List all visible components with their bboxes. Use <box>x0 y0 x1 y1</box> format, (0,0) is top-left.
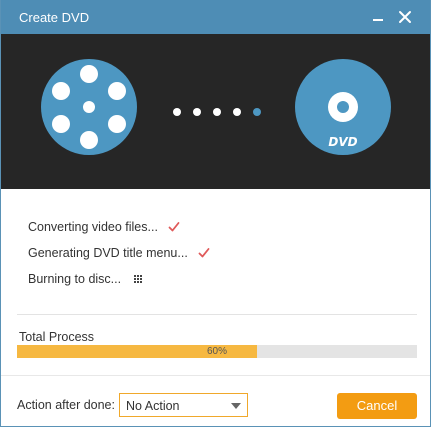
chevron-down-icon <box>231 403 241 409</box>
progress-dot <box>173 108 181 116</box>
conversion-banner: DVD <box>1 34 430 189</box>
step-generating-menu: Generating DVD title menu... <box>28 245 408 271</box>
progress-dot <box>213 108 221 116</box>
action-after-done-value: No Action <box>126 399 180 413</box>
action-after-done-select[interactable]: No Action <box>119 393 248 417</box>
step-label: Burning to disc... <box>28 271 122 286</box>
step-label: Converting video files... <box>28 219 158 234</box>
close-icon <box>399 11 411 23</box>
film-reel-icon <box>41 59 137 155</box>
dvd-disc-label: DVD <box>328 135 357 149</box>
conversion-illustration: DVD <box>41 59 391 155</box>
progress-dots <box>173 108 261 116</box>
section-divider <box>17 314 417 315</box>
progress-percent-text: 60% <box>206 346 227 357</box>
create-dvd-dialog: Create DVD DVD Converting video files...… <box>0 0 431 427</box>
progress-dot-active <box>253 108 261 116</box>
action-after-done-label: Action after done: <box>17 398 115 412</box>
step-burning: Burning to disc... <box>28 271 408 297</box>
footer-divider <box>1 375 430 376</box>
minimize-icon <box>373 19 383 21</box>
close-button[interactable] <box>394 6 416 28</box>
checkmark-icon <box>169 221 180 232</box>
window-title: Create DVD <box>19 10 90 25</box>
total-progress-bar: 60% <box>17 345 417 358</box>
steps-list: Converting video files... Generating DVD… <box>28 219 408 297</box>
cancel-button[interactable]: Cancel <box>337 393 417 419</box>
progress-dot <box>233 108 241 116</box>
total-process-label: Total Process <box>19 330 95 344</box>
step-label: Generating DVD title menu... <box>28 245 188 260</box>
step-converting: Converting video files... <box>28 219 408 245</box>
title-bar: Create DVD <box>1 0 430 34</box>
minimize-button[interactable] <box>367 6 389 28</box>
checkmark-icon <box>198 247 210 258</box>
loading-grid-icon <box>133 274 142 283</box>
dvd-disc-icon: DVD <box>295 59 391 155</box>
progress-dot <box>193 108 201 116</box>
